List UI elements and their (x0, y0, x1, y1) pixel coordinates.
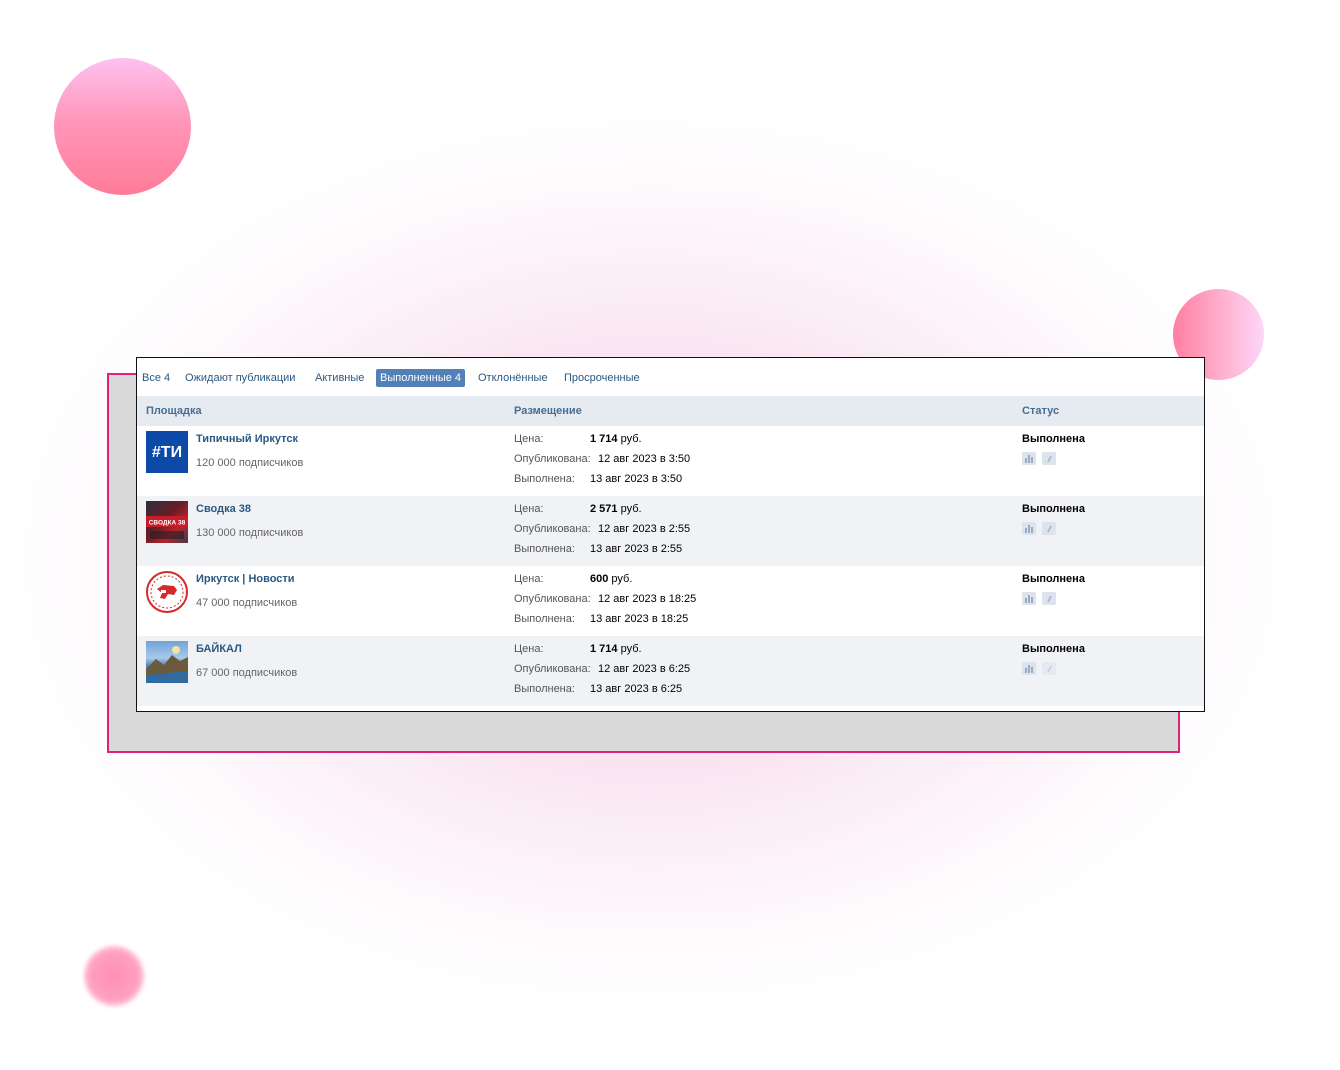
table-row: Иркутск | Новости 47 000 подписчиков Цен… (137, 566, 1204, 636)
subscriber-count: 130 000 подписчиков (196, 527, 304, 539)
published-value: 12 авг 2023 в 2:55 (598, 523, 691, 535)
status-tabs: Все 4 Ожидают публикации Активные Выполн… (137, 358, 1204, 396)
column-header-site: Площадка (146, 405, 202, 417)
completed-label: Выполнена: (514, 543, 575, 555)
tab-rejected[interactable]: Отклонённые (474, 369, 552, 387)
completed-value: 13 авг 2023 в 2:55 (590, 543, 683, 555)
link-icon[interactable] (1042, 592, 1056, 605)
subscriber-count: 67 000 подписчиков (196, 667, 298, 679)
site-name-link[interactable]: Иркутск | Новости (196, 573, 295, 585)
orders-panel: Все 4 Ожидают публикации Активные Выполн… (136, 357, 1205, 712)
typical-irkutsk-logo[interactable]: #ТИ (146, 431, 188, 473)
irkutsk-babr-emblem[interactable] (146, 571, 188, 613)
completed-label: Выполнена: (514, 473, 575, 485)
price-label: Цена: (514, 573, 544, 585)
status-text: Выполнена (1022, 433, 1085, 445)
price-value: 1 714 руб. (590, 433, 642, 445)
price-value: 1 714 руб. (590, 643, 642, 655)
price-label: Цена: (514, 643, 544, 655)
published-value: 12 авг 2023 в 6:25 (598, 663, 691, 675)
column-header-status: Статус (1022, 405, 1060, 417)
site-name-link[interactable]: Типичный Иркутск (196, 433, 298, 445)
table-row: #ТИ Типичный Иркутск 120 000 подписчиков… (137, 426, 1204, 496)
price-value: 2 571 руб. (590, 503, 642, 515)
site-name-link[interactable]: БАЙКАЛ (196, 643, 242, 655)
tab-completed[interactable]: Выполненные 4 (376, 369, 466, 387)
completed-label: Выполнена: (514, 613, 575, 625)
published-value: 12 авг 2023 в 3:50 (598, 453, 691, 465)
subscriber-count: 120 000 подписчиков (196, 457, 304, 469)
decorative-circle-top-left (54, 58, 191, 195)
stats-icon[interactable] (1022, 662, 1036, 675)
status-text: Выполнена (1022, 573, 1085, 585)
price-value: 600 руб. (590, 573, 633, 585)
published-label: Опубликована: (514, 453, 591, 465)
link-icon[interactable] (1042, 452, 1056, 465)
published-label: Опубликована: (514, 523, 591, 535)
table-row: СВОДКА 38 Сводка 38 130 000 подписчиков … (137, 496, 1204, 566)
tab-all[interactable]: Все 4 (138, 369, 174, 387)
avatar-text: #ТИ (152, 444, 182, 461)
tab-active[interactable]: Активные (311, 369, 368, 387)
column-header-placement: Размещение (514, 405, 582, 417)
tab-pending[interactable]: Ожидают публикации (181, 369, 299, 387)
price-label: Цена: (514, 503, 544, 515)
link-icon[interactable] (1042, 662, 1056, 675)
status-text: Выполнена (1022, 643, 1085, 655)
svodka38-logo[interactable]: СВОДКА 38 (146, 501, 188, 543)
completed-label: Выполнена: (514, 683, 575, 695)
status-text: Выполнена (1022, 503, 1085, 515)
table-row: БАЙКАЛ 67 000 подписчиков Цена: 1 714 ру… (137, 636, 1204, 706)
baikal-landscape-photo[interactable] (146, 641, 188, 683)
completed-value: 13 авг 2023 в 3:50 (590, 473, 683, 485)
tab-expired[interactable]: Просроченные (560, 369, 644, 387)
avatar-text: СВОДКА 38 (149, 520, 186, 527)
table-header: Площадка Размещение Статус (137, 396, 1204, 426)
subscriber-count: 47 000 подписчиков (196, 597, 298, 609)
completed-value: 13 авг 2023 в 18:25 (590, 613, 689, 625)
published-value: 12 авг 2023 в 18:25 (598, 593, 697, 605)
published-label: Опубликована: (514, 663, 591, 675)
stats-icon[interactable] (1022, 592, 1036, 605)
site-name-link[interactable]: Сводка 38 (196, 503, 251, 515)
published-label: Опубликована: (514, 593, 591, 605)
link-icon[interactable] (1042, 522, 1056, 535)
decorative-circle-bottom-left (84, 946, 144, 1006)
stats-icon[interactable] (1022, 452, 1036, 465)
completed-value: 13 авг 2023 в 6:25 (590, 683, 683, 695)
price-label: Цена: (514, 433, 544, 445)
stats-icon[interactable] (1022, 522, 1036, 535)
